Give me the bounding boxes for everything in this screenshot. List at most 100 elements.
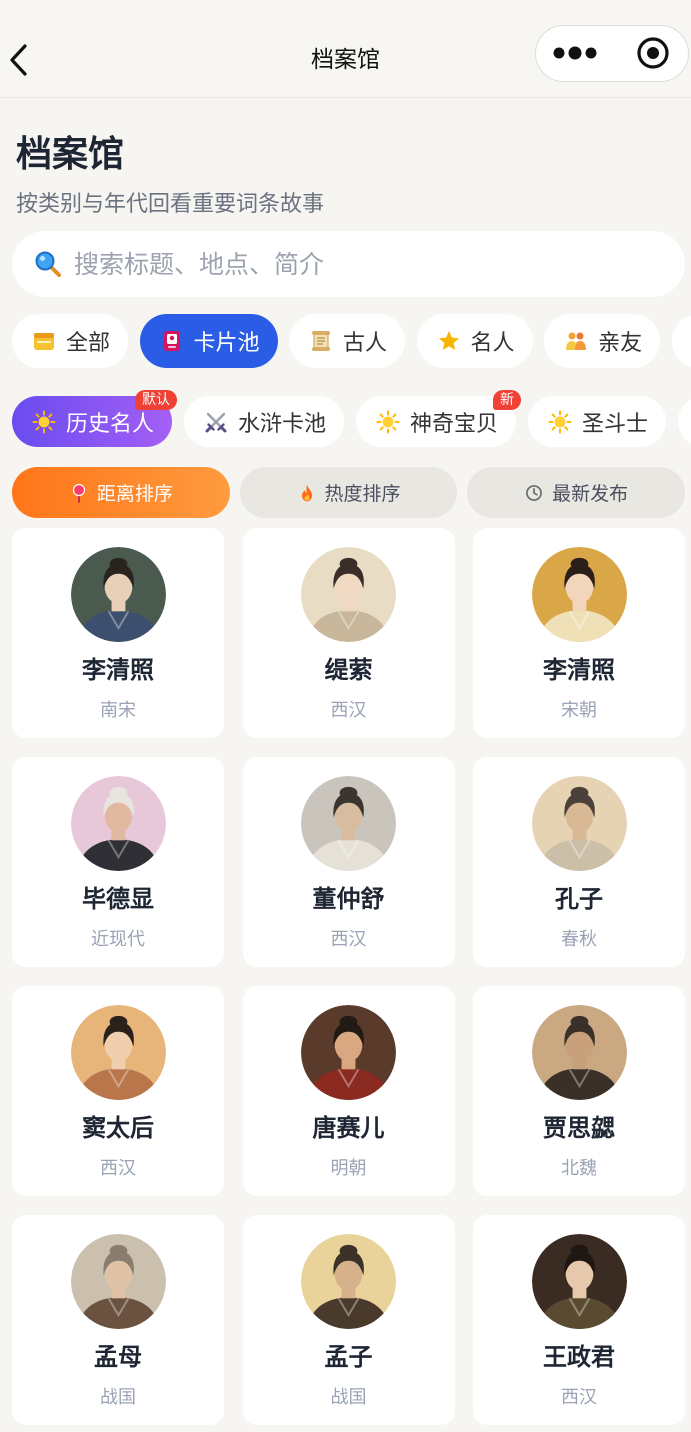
chip-label: 圣斗士 bbox=[582, 411, 649, 437]
chip-label: 神奇宝贝 bbox=[410, 411, 499, 437]
card-name: 唐赛儿 bbox=[312, 1114, 385, 1142]
card-name: 李清照 bbox=[543, 656, 615, 684]
portrait-avatar bbox=[70, 547, 166, 642]
archive-card[interactable]: 王政君 西汉 bbox=[473, 1215, 685, 1425]
chip-label: 名人 bbox=[470, 331, 515, 356]
card-era: 宋朝 bbox=[561, 700, 597, 721]
archive-card[interactable]: 孟母 战国 bbox=[12, 1215, 224, 1425]
family-icon bbox=[564, 329, 588, 353]
more-dots-icon[interactable] bbox=[553, 46, 597, 60]
card-era: 西汉 bbox=[330, 929, 367, 950]
pin-icon bbox=[69, 483, 89, 503]
archive-card[interactable]: 毕德显 近现代 bbox=[12, 757, 224, 967]
crossed-swords-icon bbox=[204, 410, 228, 434]
portrait-avatar bbox=[70, 776, 166, 871]
sort-by-latest-button[interactable]: 最新发布 bbox=[467, 467, 686, 518]
pool-chip-partial[interactable] bbox=[678, 396, 691, 447]
default-badge: 默认 bbox=[135, 390, 178, 410]
sun-icon bbox=[548, 410, 572, 434]
card-era: 北魏 bbox=[561, 1158, 597, 1179]
card-name: 王政君 bbox=[543, 1343, 615, 1371]
sun-icon bbox=[32, 410, 56, 434]
sort-label: 距离排序 bbox=[96, 483, 173, 505]
card-name: 董仲舒 bbox=[312, 885, 385, 913]
sort-by-distance-button[interactable]: 距离排序 bbox=[12, 467, 230, 518]
page-subtitle: 按类别与年代回看重要词条故事 bbox=[16, 192, 325, 217]
category-chip-all[interactable]: 全部 bbox=[12, 314, 129, 368]
chip-label: 历史名人 bbox=[66, 411, 155, 437]
pool-chip-pokemon[interactable]: 神奇宝贝 新 bbox=[356, 390, 522, 447]
portrait-avatar bbox=[301, 1005, 396, 1100]
card-era: 近现代 bbox=[91, 929, 145, 950]
card-pool-chips: 历史名人 默认 水浒卡池 神奇宝贝 新 圣斗士 bbox=[12, 388, 691, 447]
archive-card-grid: 李清照 南宋 缇萦 西汉 李清照 宋朝 毕德显 近现代 董仲舒 西汉 孔子 春秋 窦太后 西汉 唐赛儿 明朝贾… bbox=[12, 528, 685, 1425]
star-icon bbox=[437, 329, 461, 353]
mini-program-capsule bbox=[535, 25, 689, 82]
pool-chip-water-margin[interactable]: 水浒卡池 bbox=[184, 396, 345, 447]
portrait-avatar bbox=[70, 1234, 166, 1329]
card-icon bbox=[160, 329, 184, 353]
folder-icon bbox=[32, 329, 56, 353]
card-name: 孟母 bbox=[94, 1343, 142, 1371]
sort-options: 距离排序 热度排序 最新发布 bbox=[12, 467, 686, 518]
card-era: 战国 bbox=[330, 1387, 367, 1408]
card-era: 南宋 bbox=[100, 700, 136, 721]
new-badge: 新 bbox=[493, 390, 522, 410]
archive-card[interactable]: 唐赛儿 明朝 bbox=[242, 986, 455, 1196]
portrait-avatar bbox=[531, 1005, 627, 1100]
scroll-icon bbox=[309, 329, 333, 353]
chip-label: 古人 bbox=[343, 331, 388, 356]
card-name: 李清照 bbox=[82, 656, 154, 684]
category-chip-ancients[interactable]: 古人 bbox=[289, 314, 406, 368]
card-era: 春秋 bbox=[561, 929, 597, 950]
card-era: 明朝 bbox=[330, 1158, 367, 1179]
category-chip-card-pool[interactable]: 卡片池 bbox=[139, 314, 278, 368]
pool-chip-saint-seiya[interactable]: 圣斗士 bbox=[528, 396, 667, 447]
fire-icon bbox=[297, 483, 317, 503]
search-bar[interactable] bbox=[12, 231, 685, 297]
archive-card[interactable]: 董仲舒 西汉 bbox=[242, 757, 455, 967]
archive-card[interactable]: 孟子 战国 bbox=[242, 1215, 455, 1425]
portrait-avatar bbox=[301, 1234, 396, 1329]
search-input[interactable] bbox=[74, 249, 634, 279]
search-icon bbox=[34, 250, 62, 278]
card-name: 孔子 bbox=[555, 885, 603, 913]
portrait-avatar bbox=[531, 547, 627, 642]
pool-chip-historical-figures[interactable]: 历史名人 默认 bbox=[12, 390, 178, 447]
card-era: 战国 bbox=[100, 1387, 136, 1408]
archive-card[interactable]: 窦太后 西汉 bbox=[12, 986, 224, 1196]
portrait-avatar bbox=[301, 547, 396, 642]
card-name: 毕德显 bbox=[82, 885, 154, 913]
sun-icon bbox=[376, 410, 400, 434]
card-era: 西汉 bbox=[561, 1387, 597, 1408]
sort-label: 最新发布 bbox=[552, 483, 629, 505]
card-name: 贾思勰 bbox=[543, 1114, 615, 1142]
category-chips: 全部 卡片池 古人 名人 亲友 bbox=[12, 314, 691, 368]
portrait-avatar bbox=[70, 1005, 166, 1100]
clock-icon bbox=[524, 483, 544, 503]
sort-by-popularity-button[interactable]: 热度排序 bbox=[239, 467, 458, 518]
target-icon[interactable] bbox=[636, 36, 670, 70]
archive-card[interactable]: 李清照 南宋 bbox=[12, 528, 224, 738]
portrait-avatar bbox=[531, 776, 627, 871]
chip-label: 亲友 bbox=[598, 331, 643, 356]
portrait-avatar bbox=[531, 1234, 627, 1329]
archive-card[interactable]: 李清照 宋朝 bbox=[473, 528, 685, 738]
nav-bar: 档案馆 bbox=[0, 0, 691, 98]
category-chip-family[interactable]: 亲友 bbox=[544, 314, 661, 368]
category-chip-celebrities[interactable]: 名人 bbox=[416, 314, 533, 368]
page-title: 档案馆 bbox=[16, 134, 125, 175]
sort-label: 热度排序 bbox=[324, 483, 401, 505]
card-name: 缇萦 bbox=[324, 656, 373, 684]
category-chip-partial[interactable] bbox=[671, 314, 691, 368]
archive-card[interactable]: 缇萦 西汉 bbox=[242, 528, 455, 738]
card-era: 西汉 bbox=[100, 1158, 136, 1179]
archive-card[interactable]: 孔子 春秋 bbox=[473, 757, 685, 967]
card-name: 孟子 bbox=[324, 1343, 373, 1371]
card-era: 西汉 bbox=[330, 700, 367, 721]
chip-label: 卡片池 bbox=[193, 331, 260, 356]
portrait-avatar bbox=[301, 776, 396, 871]
chip-label: 水浒卡池 bbox=[238, 411, 327, 437]
chip-label: 全部 bbox=[66, 331, 111, 356]
archive-card[interactable]: 贾思勰 北魏 bbox=[473, 986, 685, 1196]
